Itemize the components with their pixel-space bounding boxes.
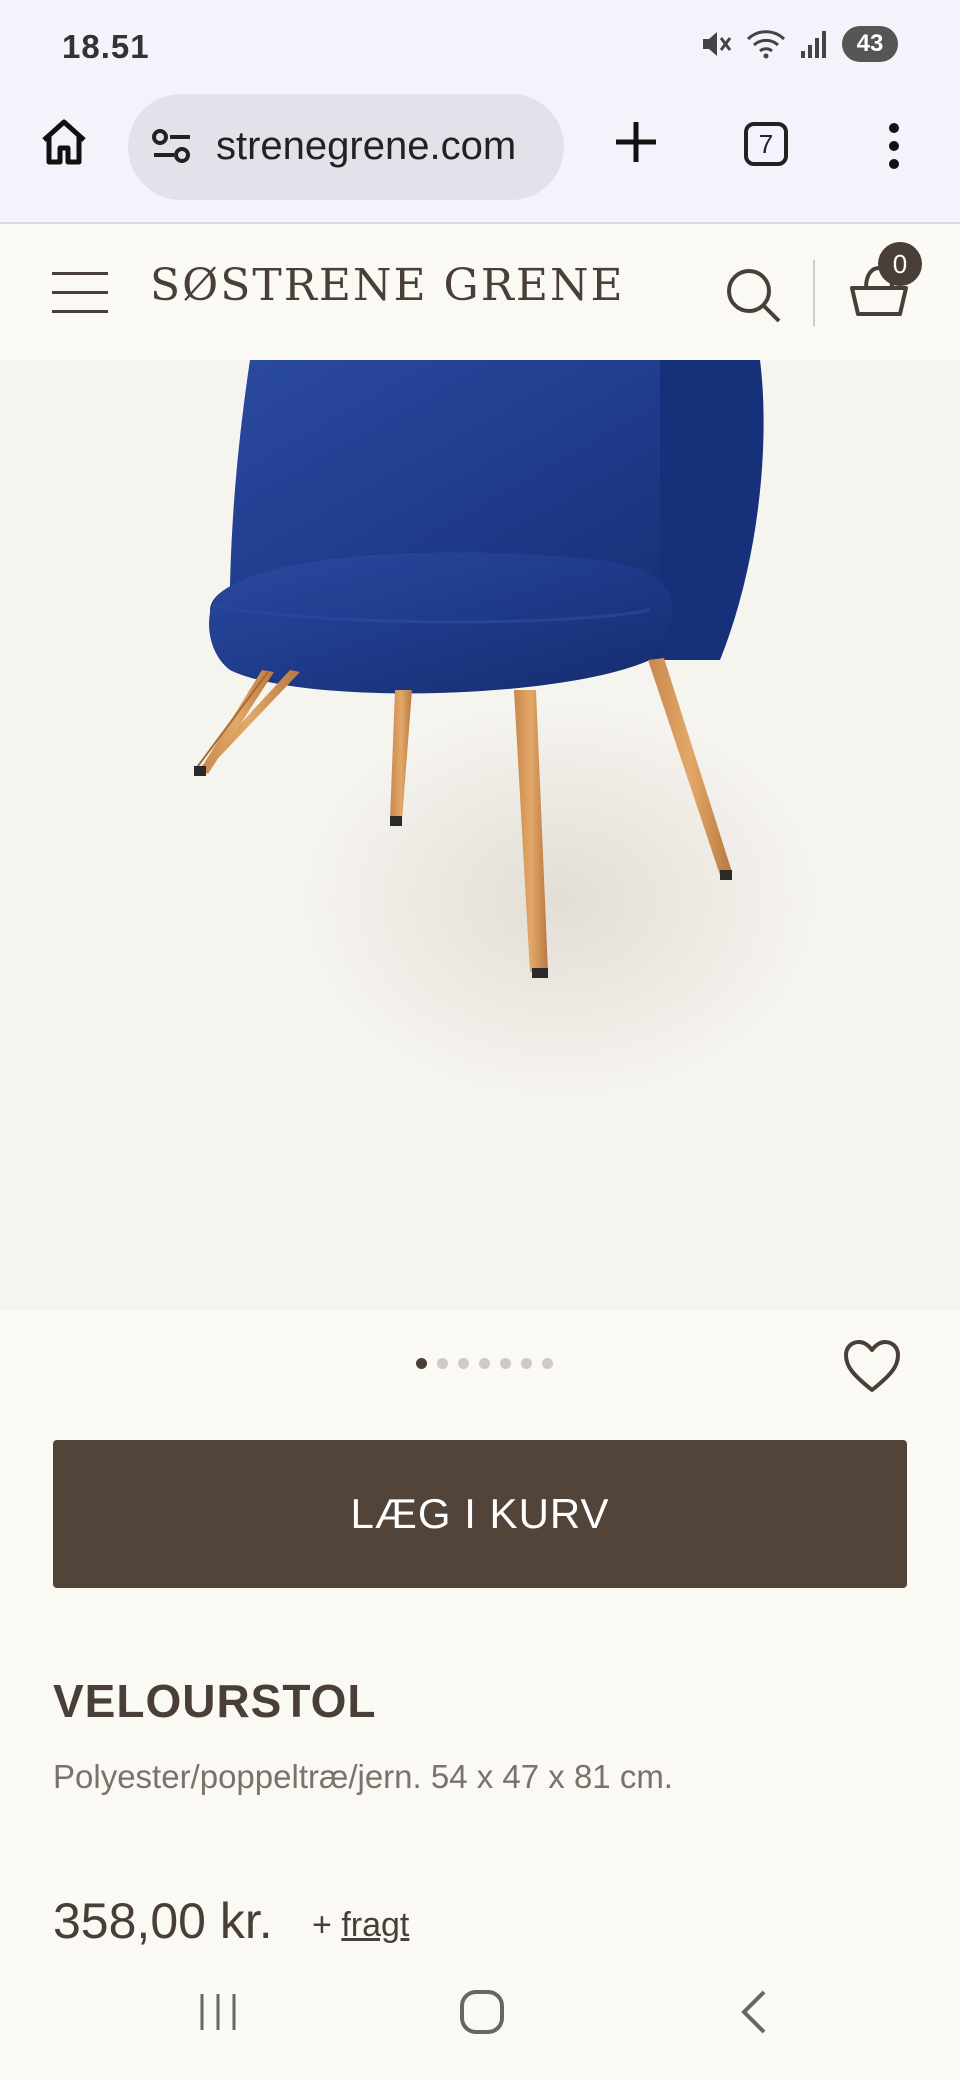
product-image[interactable] [0, 360, 960, 1310]
gallery-pagination[interactable] [416, 1358, 553, 1369]
product-price: 358,00 kr. [53, 1893, 273, 1949]
system-navigation-bar [0, 1960, 960, 2080]
more-vertical-icon [889, 123, 899, 169]
browser-toolbar: strenegrene.com 7 [0, 90, 960, 224]
gallery-dot[interactable] [521, 1358, 532, 1369]
battery-indicator: 43 [842, 26, 898, 62]
back-chevron-icon [741, 1990, 766, 2034]
add-to-cart-button[interactable]: LÆG I KURV [53, 1440, 907, 1588]
plus-icon [616, 122, 656, 162]
site-settings-icon[interactable] [150, 128, 194, 164]
back-button[interactable] [736, 1988, 772, 2036]
favorite-button[interactable] [842, 1338, 902, 1394]
gallery-dot[interactable] [542, 1358, 553, 1369]
heart-icon [844, 1340, 900, 1392]
menu-line [52, 310, 108, 313]
status-icons: 43 [700, 26, 898, 62]
search-icon [727, 269, 781, 323]
velvet-chair-image [194, 360, 820, 1100]
more-menu-button[interactable] [878, 120, 910, 172]
menu-line [52, 272, 108, 275]
mute-icon [703, 32, 732, 56]
gallery-dot[interactable] [437, 1358, 448, 1369]
site-header: SØSTRENE GRENE 0 [0, 224, 960, 360]
gallery-dot[interactable] [458, 1358, 469, 1369]
home-button[interactable] [36, 114, 92, 170]
menu-button[interactable] [52, 272, 108, 314]
search-button[interactable] [724, 266, 784, 326]
recent-apps-button[interactable] [196, 1990, 240, 2034]
cart-count-badge: 0 [878, 242, 922, 286]
gallery-dot[interactable] [479, 1358, 490, 1369]
site-logo[interactable]: SØSTRENE GRENE [150, 260, 625, 311]
shipping-link[interactable]: fragt [341, 1906, 409, 1944]
product-description: Polyester/poppeltræ/jern. 54 x 47 x 81 c… [53, 1758, 673, 1795]
new-tab-button[interactable] [608, 114, 664, 170]
shipping-info: + fragt [312, 1906, 409, 1945]
wifi-icon [746, 30, 786, 59]
menu-line [52, 291, 108, 294]
home-icon [42, 119, 86, 165]
gallery-dot[interactable] [500, 1358, 511, 1369]
gallery-dot[interactable] [416, 1358, 427, 1369]
product-title: VELOURSTOL [53, 1675, 377, 1727]
tab-switcher-button[interactable]: 7 [744, 122, 788, 166]
home-circle-icon [460, 1990, 504, 2034]
address-bar[interactable]: strenegrene.com [128, 94, 564, 200]
system-home-button[interactable] [458, 1988, 506, 2036]
status-bar: 18.51 43 [0, 0, 960, 90]
recent-apps-icon [200, 1994, 236, 2030]
signal-icon [801, 31, 826, 58]
header-divider [813, 260, 815, 326]
url-text[interactable]: strenegrene.com [216, 124, 516, 169]
status-time: 18.51 [62, 28, 150, 65]
shipping-prefix: + [312, 1906, 332, 1944]
